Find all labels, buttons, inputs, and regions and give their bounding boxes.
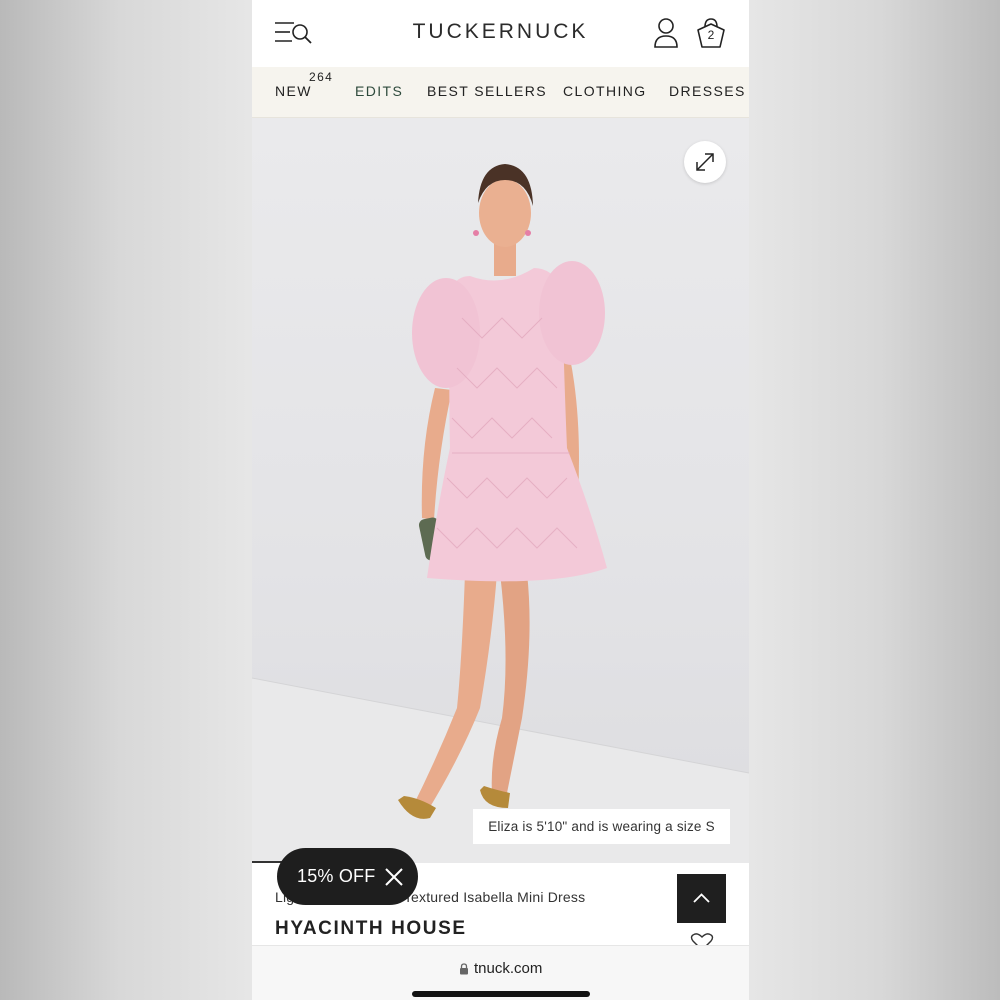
- discount-close-button[interactable]: [384, 867, 404, 887]
- designer-name[interactable]: HYACINTH HOUSE: [275, 918, 467, 940]
- nav-item-label: NEW: [275, 83, 312, 99]
- model-wearing-dress-image: [252, 164, 749, 863]
- model-size-caption: Eliza is 5'10" and is wearing a size S: [473, 809, 730, 844]
- category-nav: NEW 264 EDITS BEST SELLERS CLOTHING DRES…: [252, 67, 749, 118]
- nav-item-best-sellers[interactable]: BEST SELLERS: [427, 83, 547, 99]
- expand-image-button[interactable]: [684, 141, 726, 183]
- expand-icon: [696, 153, 714, 171]
- lock-icon: [460, 963, 468, 975]
- cart-button[interactable]: 2: [696, 16, 726, 50]
- product-image[interactable]: Eliza is 5'10" and is wearing a size S: [252, 118, 749, 863]
- account-button[interactable]: [652, 17, 680, 49]
- scroll-to-top-button[interactable]: [677, 874, 726, 923]
- nav-new-count: 264: [309, 70, 334, 84]
- nav-item-edits[interactable]: EDITS: [355, 83, 403, 99]
- close-icon: [385, 868, 403, 886]
- nav-item-new[interactable]: NEW 264: [275, 70, 332, 99]
- chevron-up-icon: [693, 893, 710, 903]
- cart-count: 2: [707, 28, 715, 42]
- nav-item-clothing[interactable]: CLOTHING: [563, 83, 647, 99]
- browser-address-bar[interactable]: tnuck.com: [252, 945, 749, 1000]
- discount-offer-pill[interactable]: 15% OFF: [277, 848, 418, 905]
- discount-label: 15% OFF: [297, 866, 376, 886]
- home-indicator[interactable]: [412, 991, 590, 997]
- browser-url: tnuck.com: [474, 960, 543, 977]
- phone-screen: TUCKERNUCK 2 NEW 264 EDITS BEST SELLERS …: [252, 0, 749, 1000]
- nav-item-dresses[interactable]: DRESSES: [669, 83, 746, 99]
- user-icon: [654, 18, 678, 48]
- site-header: TUCKERNUCK 2: [252, 0, 749, 67]
